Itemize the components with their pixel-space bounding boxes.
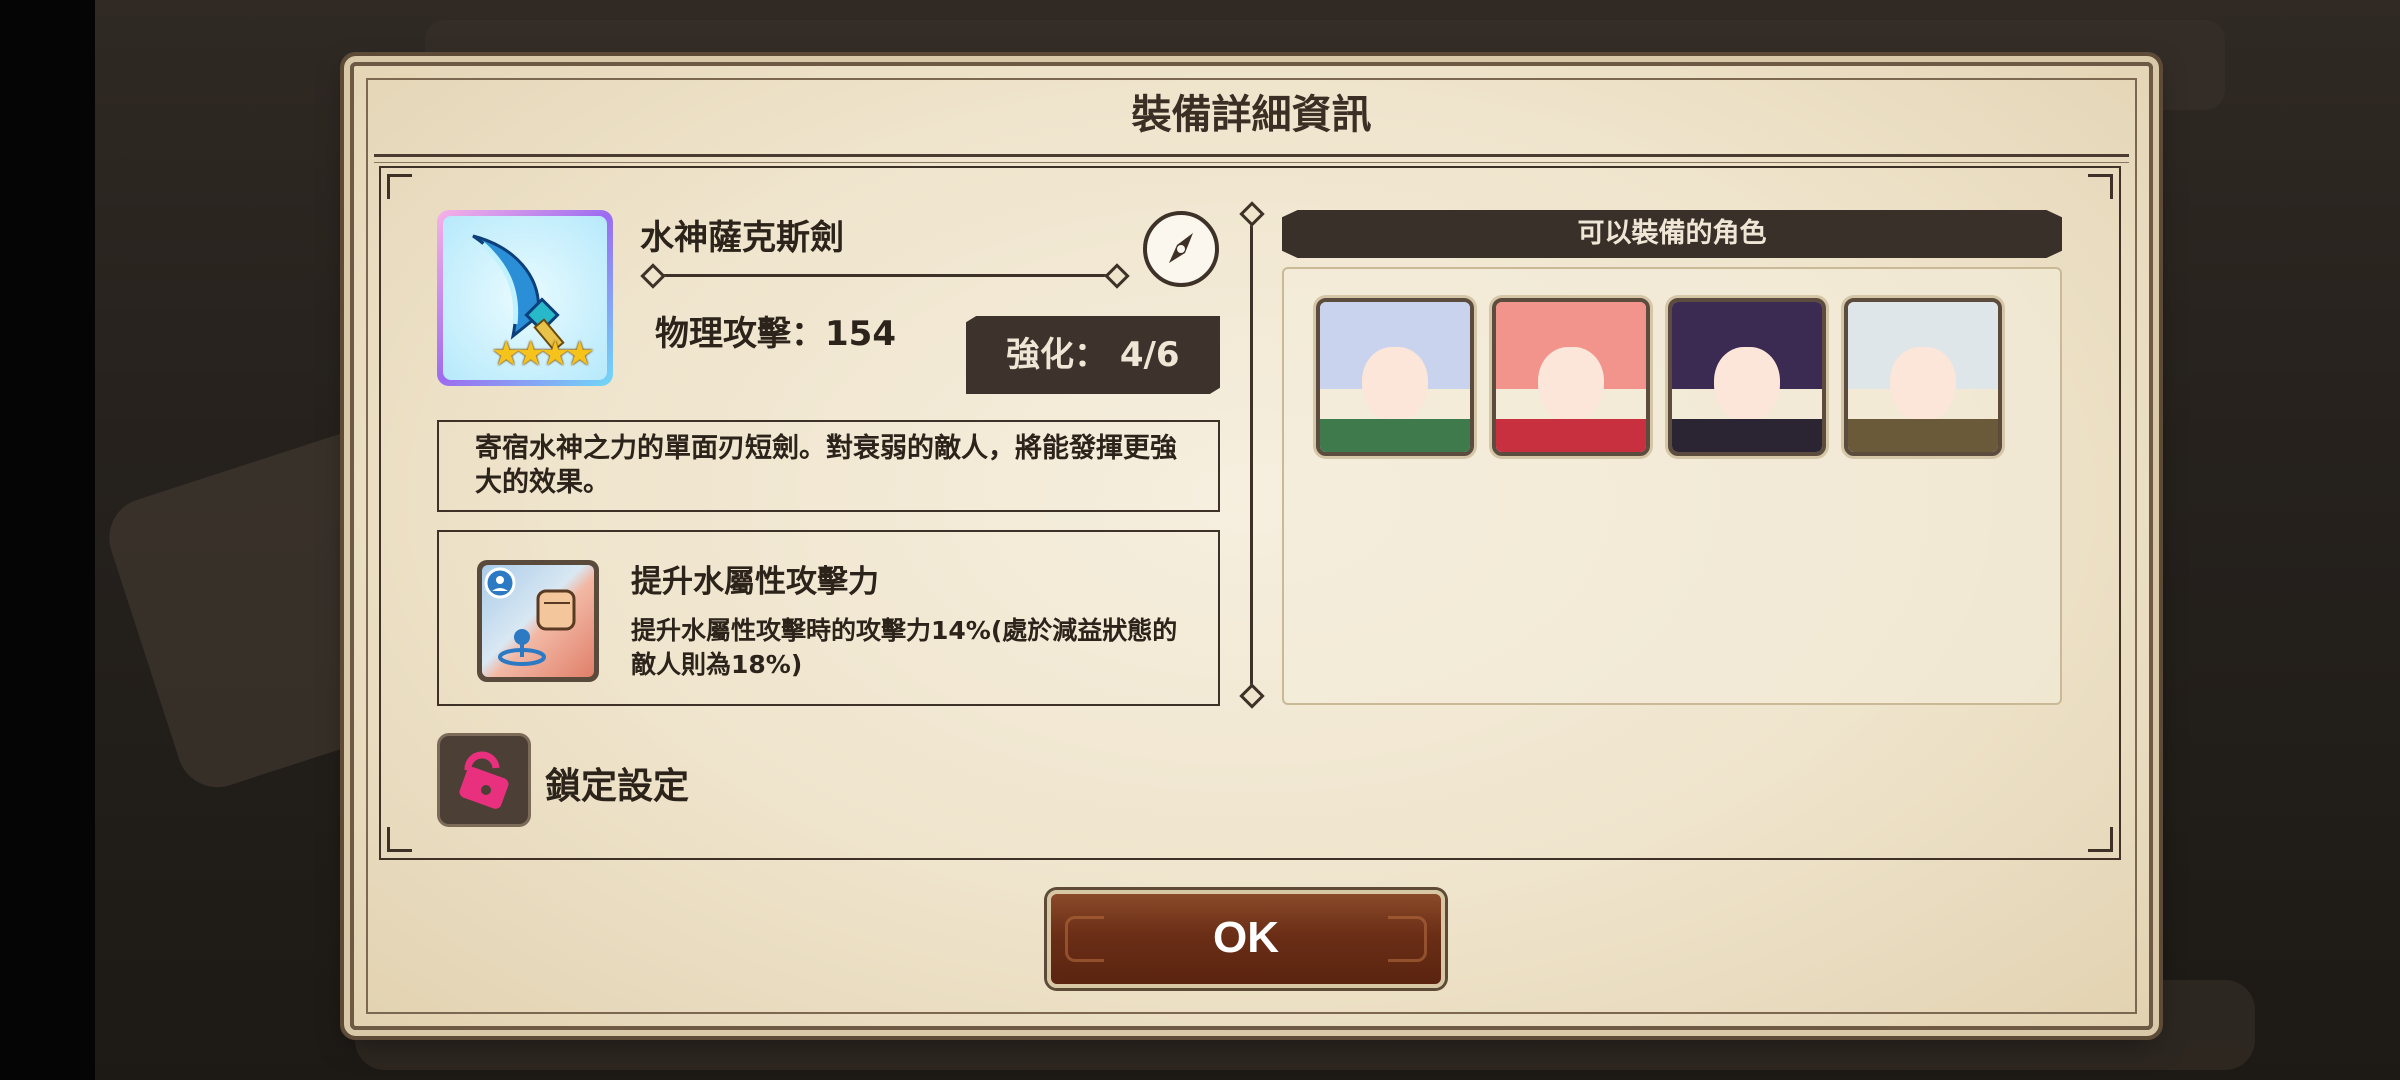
name-divider — [652, 274, 1118, 277]
ok-button[interactable]: OK — [1047, 890, 1445, 988]
enhance-level-badge: 強化： 4/6 — [966, 316, 1220, 394]
lock-setting-label: 鎖定設定 — [545, 766, 690, 807]
attack-stat: 物理攻擊：154 — [655, 314, 896, 354]
equipment-icon: ★★★★ — [437, 210, 613, 386]
skill-icon — [477, 560, 599, 682]
equipment-name: 水神薩克斯劍 — [640, 218, 844, 258]
equipment-type-icon[interactable] — [1143, 211, 1219, 287]
skill-title: 提升水屬性攻擊力 — [631, 564, 879, 600]
fist-icon — [484, 567, 576, 666]
equipment-description: 寄宿水神之力的單面刃短劍。對衰弱的敵人，將能發揮更強大的效果。 — [437, 420, 1220, 512]
character-portrait-3[interactable] — [1668, 298, 1826, 456]
lock-toggle-button[interactable] — [437, 733, 531, 827]
equippable-characters-header: 可以裝備的角色 — [1282, 210, 2062, 258]
character-portrait-4[interactable] — [1844, 298, 2002, 456]
dialog-title: 裝備詳細資訊 — [1131, 92, 1372, 138]
section-divider — [1250, 215, 1253, 695]
rarity-stars: ★★★★ — [491, 334, 595, 374]
screen-edge-bar — [0, 0, 95, 1080]
skill-description: 提升水屬性攻擊時的攻擊力14%(處於減益狀態的敵人則為18%) — [631, 616, 1178, 679]
character-portrait-2[interactable] — [1492, 298, 1650, 456]
skill-panel: 提升水屬性攻擊力 提升水屬性攻擊時的攻擊力14%(處於減益狀態的敵人則為18%) — [437, 530, 1220, 706]
lock-icon — [459, 751, 509, 809]
character-portrait-1[interactable] — [1316, 298, 1474, 456]
